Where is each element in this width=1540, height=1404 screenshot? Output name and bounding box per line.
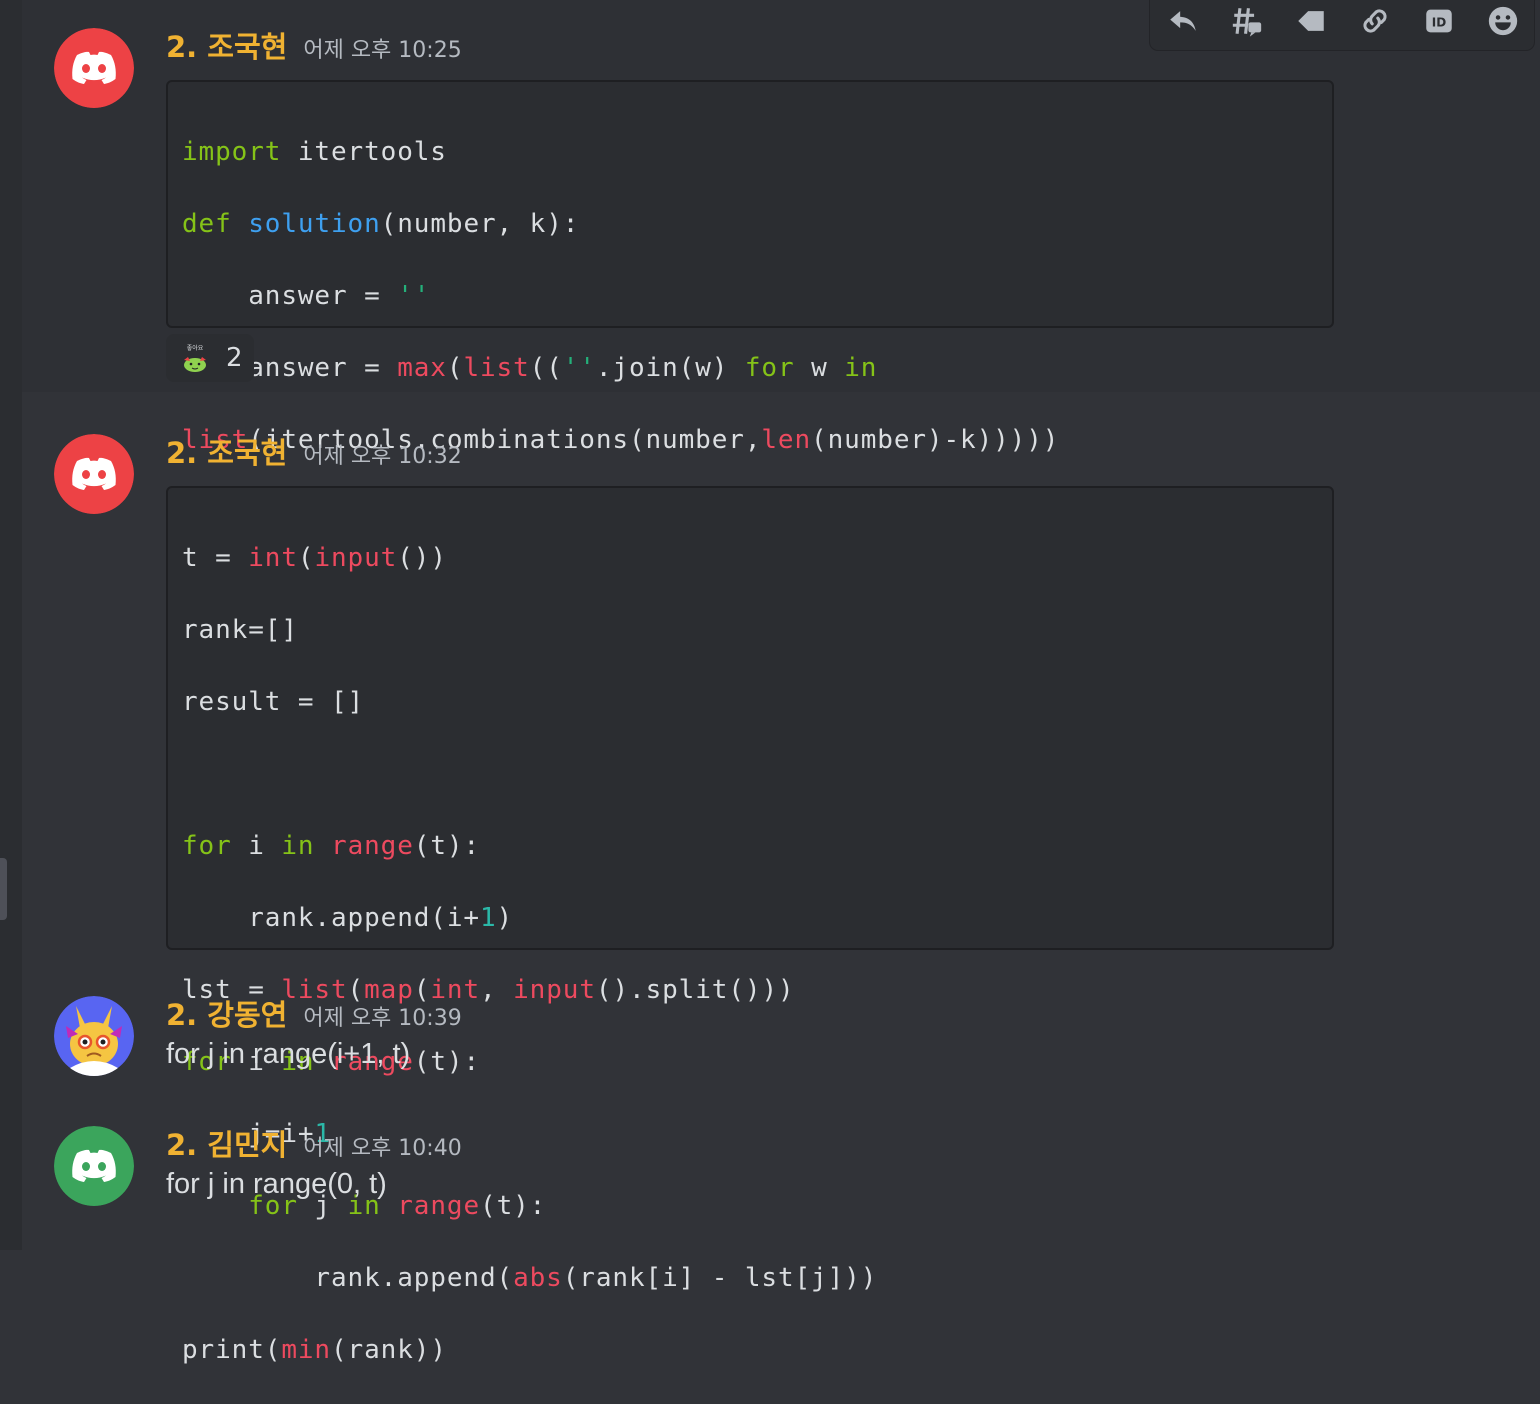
copy-id-button[interactable]: ID bbox=[1414, 0, 1464, 42]
code-line: result = [] bbox=[182, 687, 365, 717]
tag-button[interactable] bbox=[1286, 0, 1336, 42]
code-block: t = int(input()) rank=[] result = [] for… bbox=[166, 486, 1334, 1365]
code-line: def solution(number, k): bbox=[182, 209, 580, 239]
code-line: for i in range(t): bbox=[182, 831, 481, 861]
reaction-count: 2 bbox=[226, 343, 243, 373]
thread-icon bbox=[1232, 8, 1262, 37]
cartoon-character-avatar-icon bbox=[54, 996, 134, 1076]
create-thread-button[interactable] bbox=[1222, 0, 1272, 42]
add-reaction-button[interactable] bbox=[1478, 0, 1528, 42]
username[interactable]: 2. 조국현 bbox=[166, 24, 287, 66]
scroll-handle[interactable] bbox=[0, 858, 7, 920]
copy-link-button[interactable] bbox=[1350, 0, 1400, 42]
svg-text:ID: ID bbox=[1432, 16, 1446, 30]
reaction-button[interactable]: 좋아요 2 bbox=[166, 334, 254, 382]
id-icon: ID bbox=[1426, 9, 1452, 33]
username[interactable]: 2. 조국현 bbox=[166, 430, 287, 472]
user-avatar[interactable] bbox=[54, 28, 134, 108]
message-header: 2. 조국현 어제 오후 10:25 bbox=[166, 24, 462, 64]
username[interactable]: 2. 김민지 bbox=[166, 1122, 287, 1164]
like-sticker-emoji: 좋아요 bbox=[184, 344, 206, 372]
username[interactable]: 2. 강동연 bbox=[166, 992, 287, 1034]
message-header: 2. 강동연 어제 오후 10:39 bbox=[166, 992, 462, 1032]
link-icon bbox=[1363, 9, 1387, 33]
timestamp: 어제 오후 10:32 bbox=[303, 444, 462, 469]
timestamp: 어제 오후 10:39 bbox=[303, 1006, 462, 1031]
user-avatar[interactable] bbox=[54, 434, 134, 514]
code-line: answer = '' bbox=[182, 281, 431, 311]
code-block: import itertools def solution(number, k)… bbox=[166, 80, 1334, 527]
tag-icon bbox=[1298, 11, 1324, 31]
left-sidebar-edge bbox=[0, 0, 22, 1250]
timestamp: 어제 오후 10:25 bbox=[303, 38, 462, 63]
code-line: rank=[] bbox=[182, 615, 298, 645]
reply-button[interactable] bbox=[1158, 0, 1208, 42]
code-line: answer = max(list((''.join(w) for w in bbox=[182, 353, 878, 383]
code-line: import itertools bbox=[182, 137, 447, 167]
discord-logo-icon bbox=[54, 1126, 134, 1206]
message-action-toolbar: ID bbox=[1150, 0, 1534, 50]
user-avatar[interactable] bbox=[54, 996, 134, 1076]
discord-logo-icon bbox=[54, 434, 134, 514]
message-text: for j in range(i+1, t) bbox=[166, 1038, 411, 1070]
message-text: for j in range(0, t) bbox=[166, 1168, 387, 1200]
svg-text:좋아요: 좋아요 bbox=[187, 344, 204, 352]
code-line: rank.append(i+1) bbox=[182, 903, 514, 933]
code-line: print(min(rank)) bbox=[182, 1335, 447, 1365]
message-header: 2. 조국현 어제 오후 10:32 bbox=[166, 430, 462, 470]
emoji-icon bbox=[1488, 6, 1518, 36]
code-line: rank.append(abs(rank[i] - lst[j])) bbox=[182, 1263, 878, 1293]
reply-icon bbox=[1170, 11, 1196, 31]
user-avatar[interactable] bbox=[54, 1126, 134, 1206]
message-header: 2. 김민지 어제 오후 10:40 bbox=[166, 1122, 462, 1162]
discord-logo-icon bbox=[54, 28, 134, 108]
timestamp: 어제 오후 10:40 bbox=[303, 1136, 462, 1161]
code-line: t = int(input()) bbox=[182, 543, 447, 573]
